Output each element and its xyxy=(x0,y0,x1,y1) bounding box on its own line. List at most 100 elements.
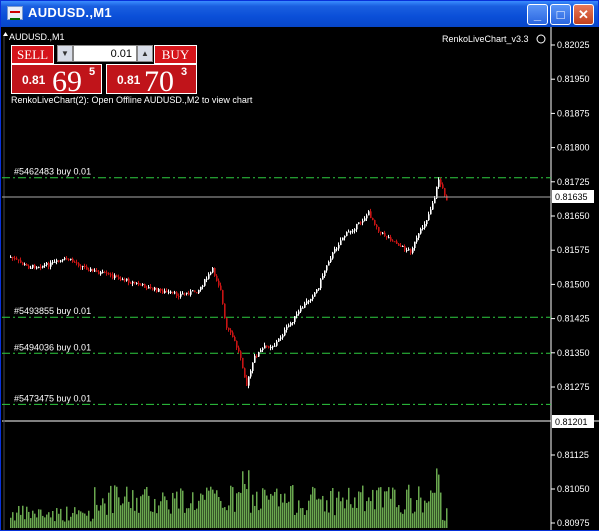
volume-bar xyxy=(76,514,78,528)
title-bar[interactable]: AUDUSD.,M1 _ □ ✕ xyxy=(1,1,598,27)
maximize-button[interactable]: □ xyxy=(550,4,571,25)
lot-increase-button[interactable]: ▲ xyxy=(137,45,153,62)
candle-body xyxy=(230,329,232,333)
volume-bar xyxy=(218,497,220,528)
volume-bar xyxy=(146,486,148,528)
volume-bar xyxy=(296,512,298,528)
candle-body xyxy=(60,260,62,262)
volume-bar xyxy=(196,508,198,528)
volume-bar xyxy=(80,511,82,528)
candle-body xyxy=(386,236,388,238)
close-button[interactable]: ✕ xyxy=(573,4,594,25)
volume-bar xyxy=(122,503,124,528)
bid-quote[interactable]: 0.81 69 5 xyxy=(11,64,102,97)
volume-bar xyxy=(138,512,140,528)
candle-body xyxy=(86,266,88,270)
candle-body xyxy=(326,265,328,271)
candle-body xyxy=(360,222,362,224)
candle-body xyxy=(342,237,344,241)
volume-bar xyxy=(376,490,378,528)
price-tick-label: 0.81575 xyxy=(557,245,590,255)
candle-body xyxy=(390,237,392,241)
current-price-value: 0.81635 xyxy=(555,192,588,202)
volume-bar xyxy=(292,485,294,528)
minimize-button[interactable]: _ xyxy=(527,4,548,25)
candle-body xyxy=(42,265,44,268)
volume-bar xyxy=(188,508,190,528)
candle-body xyxy=(316,289,318,293)
price-chart[interactable]: AUDUSD.,M1 RenkoLiveChart_v3.3 RenkoLive… xyxy=(2,27,599,530)
volume-bar xyxy=(388,487,390,528)
bid-prefix: 0.81 xyxy=(22,73,46,87)
volume-bar xyxy=(12,512,14,528)
volume-bar xyxy=(224,507,226,528)
volume-bar xyxy=(262,488,264,528)
order-label: #5462483 buy 0.01 xyxy=(14,167,91,177)
candle-body xyxy=(76,262,78,264)
candle-body xyxy=(234,337,236,341)
volume-bar xyxy=(380,487,382,528)
volume-bar xyxy=(84,513,86,528)
candle-body xyxy=(118,276,120,280)
volume-bar xyxy=(434,492,436,528)
candle-body xyxy=(426,220,428,225)
candle-body xyxy=(280,337,282,339)
candle-body xyxy=(120,279,122,281)
candle-body xyxy=(400,245,402,247)
candle-body xyxy=(178,295,180,297)
ask-quote[interactable]: 0.81 70 3 xyxy=(106,64,197,97)
candle-body xyxy=(222,290,224,304)
candle-body xyxy=(124,279,126,281)
candle-body xyxy=(324,270,326,277)
volume-bar xyxy=(286,503,288,528)
volume-bar xyxy=(340,501,342,528)
volume-bar xyxy=(432,492,434,528)
candle-body xyxy=(256,355,258,357)
volume-bar xyxy=(382,507,384,528)
candle-body xyxy=(16,258,18,260)
volume-bar xyxy=(74,507,76,528)
candle-body xyxy=(310,299,312,301)
candle-body xyxy=(328,261,330,266)
volume-bar xyxy=(386,491,388,528)
candle-body xyxy=(108,273,110,275)
candle-body xyxy=(242,357,244,369)
volume-bar xyxy=(294,514,296,528)
volume-bar xyxy=(222,507,224,528)
volume-bar xyxy=(442,519,444,528)
volume-bar xyxy=(48,512,50,528)
buy-button[interactable]: BUY xyxy=(154,45,197,64)
volume-bar xyxy=(192,492,194,528)
candle-body xyxy=(20,260,22,263)
candle-body xyxy=(348,231,350,233)
volume-bar xyxy=(426,502,428,528)
volume-bar xyxy=(130,508,132,528)
candle-body xyxy=(158,289,160,292)
candle-body xyxy=(40,266,42,268)
volume-bar xyxy=(120,505,122,528)
volume-bar xyxy=(60,508,62,528)
candle-body xyxy=(396,241,398,244)
volume-bar xyxy=(288,501,290,528)
volume-bar xyxy=(184,512,186,528)
lot-size-input[interactable]: 0.01 xyxy=(73,45,137,62)
volume-bar xyxy=(246,489,248,528)
candle-body xyxy=(382,232,384,234)
candle-body xyxy=(362,220,364,223)
candle-body xyxy=(356,223,358,230)
volume-bar xyxy=(248,470,250,528)
volume-bar xyxy=(368,497,370,528)
lot-decrease-button[interactable]: ▼ xyxy=(57,45,73,62)
volume-bar xyxy=(26,506,28,528)
volume-bar xyxy=(366,501,368,528)
candle-body xyxy=(346,232,348,236)
sell-button[interactable]: SELL xyxy=(11,45,54,64)
volume-bar xyxy=(198,500,200,528)
candle-body xyxy=(384,232,386,237)
candle-body xyxy=(302,307,304,309)
candle-body xyxy=(196,292,198,294)
volume-bar xyxy=(390,498,392,528)
candle-body xyxy=(174,292,176,294)
volume-bar xyxy=(350,504,352,528)
candle-body xyxy=(358,222,360,224)
